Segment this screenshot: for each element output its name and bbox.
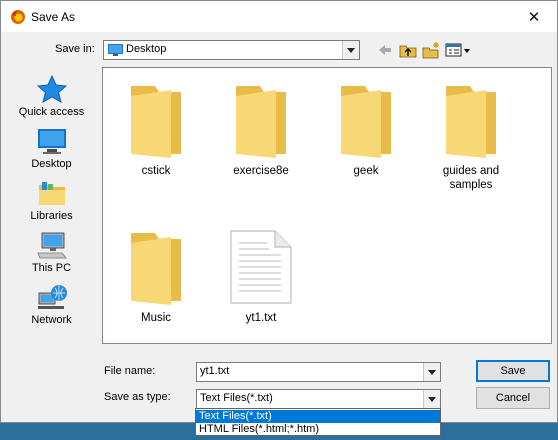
file-name: yt1.txt xyxy=(245,312,277,324)
place-label: This PC xyxy=(31,262,72,274)
back-arrow-icon[interactable] xyxy=(377,41,393,59)
file-item-text[interactable]: yt1.txt xyxy=(211,229,311,325)
file-name: Music xyxy=(140,312,172,324)
file-item-folder[interactable]: geek xyxy=(316,82,416,178)
save-type-select[interactable]: Text Files(*.txt) xyxy=(196,389,441,409)
chevron-down-icon[interactable] xyxy=(342,41,359,59)
dialog-title: Save As xyxy=(31,10,76,24)
save-as-dialog: Save As ✕ Save in: Desktop Quick access … xyxy=(0,0,558,423)
save-type-option[interactable]: HTML Files(*.html;*.htm) xyxy=(196,423,440,436)
save-in-label: Save in: xyxy=(55,43,95,55)
folder-icon xyxy=(341,86,391,158)
save-type-label: Save as type: xyxy=(104,391,171,403)
view-menu-icon[interactable] xyxy=(445,41,471,59)
up-folder-icon[interactable] xyxy=(399,41,417,59)
chevron-down-icon[interactable] xyxy=(423,390,440,408)
folder-icon xyxy=(131,86,181,158)
desktop-mini-icon xyxy=(108,44,123,56)
place-label: Quick access xyxy=(18,106,85,118)
file-list-view[interactable]: cstick exercise8e geek guides and sample… xyxy=(102,67,552,344)
text-file-icon xyxy=(230,230,292,304)
file-name-input[interactable]: yt1.txt xyxy=(196,362,441,382)
title-bar: Save As ✕ xyxy=(1,1,557,32)
place-label: Desktop xyxy=(31,158,72,170)
file-item-folder[interactable]: Music xyxy=(106,229,206,325)
network-icon xyxy=(37,285,67,309)
close-button[interactable]: ✕ xyxy=(511,1,557,32)
place-label: Network xyxy=(31,314,72,326)
save-type-dropdown-list[interactable]: Text Files(*.txt) HTML Files(*.html;*.ht… xyxy=(195,408,441,436)
file-item-folder[interactable]: cstick xyxy=(106,82,206,178)
place-this-pc[interactable]: This PC xyxy=(10,231,93,274)
save-in-combo[interactable]: Desktop xyxy=(103,40,360,60)
computer-icon xyxy=(36,232,67,259)
places-bar: Quick access Desktop Libraries This PC N… xyxy=(10,67,93,344)
file-name-value[interactable]: yt1.txt xyxy=(200,365,229,377)
place-label: Libraries xyxy=(30,210,73,222)
desktop-icon xyxy=(37,129,66,154)
file-item-folder[interactable]: exercise8e xyxy=(211,82,311,178)
file-name: cstick xyxy=(141,165,171,177)
place-network[interactable]: Network xyxy=(10,283,93,326)
libraries-icon xyxy=(38,182,65,205)
cancel-button-label: Cancel xyxy=(495,392,531,404)
firefox-app-icon xyxy=(11,10,25,24)
place-desktop[interactable]: Desktop xyxy=(10,127,93,170)
folder-icon xyxy=(131,233,181,305)
place-libraries[interactable]: Libraries xyxy=(10,179,93,222)
new-folder-icon[interactable] xyxy=(422,41,441,59)
folder-icon xyxy=(236,86,286,158)
save-type-value: Text Files(*.txt) xyxy=(200,392,273,404)
save-in-value: Desktop xyxy=(126,43,167,55)
chevron-down-icon[interactable] xyxy=(423,363,440,381)
file-name: guides and samples xyxy=(442,165,500,191)
file-name: exercise8e xyxy=(233,165,289,177)
save-type-option[interactable]: Text Files(*.txt) xyxy=(196,410,440,423)
file-name-label: File name: xyxy=(104,365,156,377)
save-button[interactable]: Save xyxy=(476,360,550,382)
file-name: geek xyxy=(353,165,379,177)
star-icon xyxy=(36,75,67,103)
file-item-folder[interactable]: guides and samples xyxy=(421,82,521,192)
place-quick-access[interactable]: Quick access xyxy=(10,75,93,118)
folder-icon xyxy=(446,86,496,158)
close-icon: ✕ xyxy=(527,8,541,26)
save-button-label: Save xyxy=(500,365,526,377)
cancel-button[interactable]: Cancel xyxy=(476,387,550,409)
